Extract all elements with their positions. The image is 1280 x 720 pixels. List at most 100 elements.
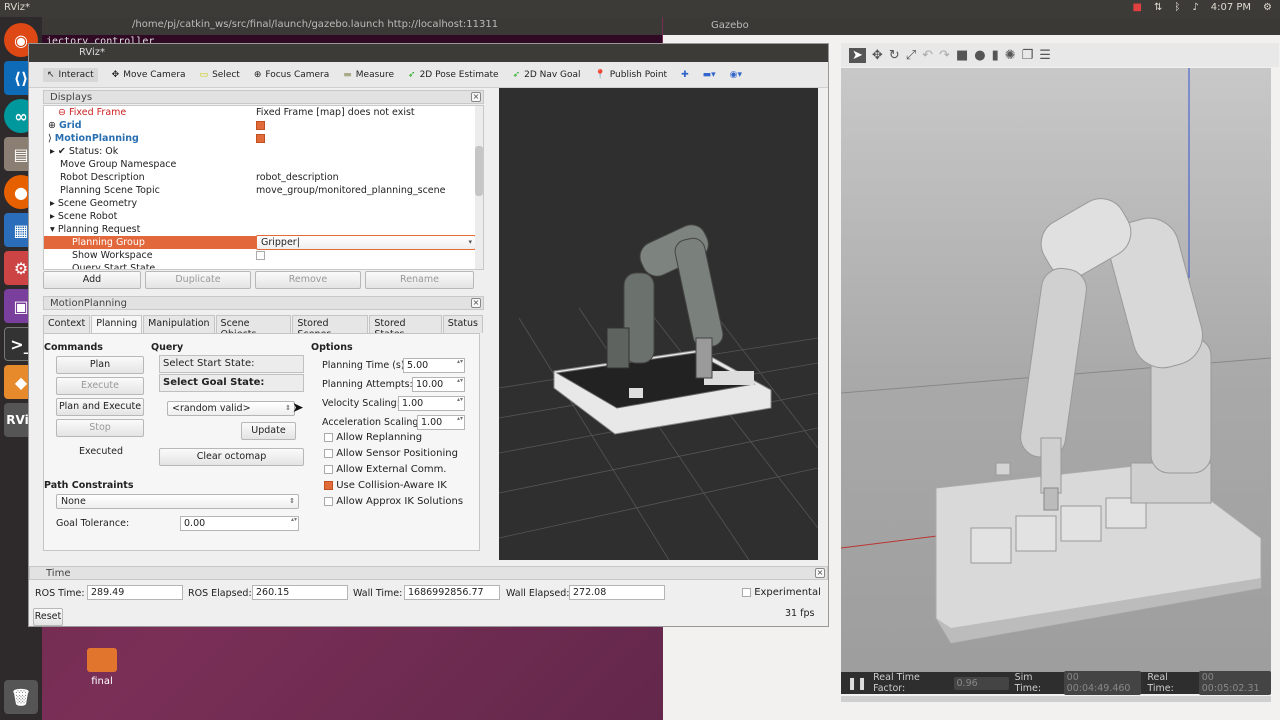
checkbox[interactable] [256, 121, 265, 130]
tab-context[interactable]: Context [43, 315, 91, 333]
desktop-folder[interactable]: final [82, 648, 122, 687]
row-checkbox[interactable] [256, 132, 265, 145]
tree-row[interactable]: Planning Scene Topic move_group/monitored… [44, 184, 483, 197]
tab-stored-scenes[interactable]: Stored Scenes [292, 315, 369, 340]
row-checkbox[interactable] [256, 119, 265, 132]
collapse-icon[interactable]: ▾ [50, 224, 55, 235]
close-icon[interactable]: × [471, 298, 481, 308]
copy-icon[interactable]: ❐ [1022, 48, 1034, 63]
planning-attempts-spinbox[interactable]: 10.00 [412, 377, 465, 392]
pause-icon[interactable]: ❚❚ [847, 676, 867, 690]
plan-button[interactable]: Plan [56, 356, 144, 374]
tree-row[interactable]: ▸ Scene Robot [44, 210, 483, 223]
rename-button[interactable]: Rename [365, 271, 474, 289]
power-icon[interactable]: ⚙ [1263, 2, 1272, 13]
checkbox[interactable] [324, 496, 333, 506]
velocity-scaling-spinbox[interactable]: 1.00 [398, 396, 465, 411]
view-icon[interactable]: ◉▾ [730, 70, 742, 80]
align-icon[interactable]: ☰ [1039, 48, 1051, 63]
path-constraints-combo[interactable]: None ⇕ [56, 494, 299, 509]
tree-scrollbar[interactable] [475, 106, 483, 269]
translate-icon[interactable]: ✥ [872, 48, 883, 63]
tab-manipulation[interactable]: Manipulation [143, 315, 215, 333]
checkbox[interactable] [324, 464, 333, 474]
tree-row[interactable]: ⟩ MotionPlanning [44, 132, 483, 145]
tree-row[interactable]: Move Group Namespace [44, 158, 483, 171]
option-allow-replanning[interactable]: Allow Replanning [324, 432, 422, 443]
gazebo-scrollbar[interactable] [841, 696, 1271, 702]
duplicate-button[interactable]: Duplicate [145, 271, 251, 289]
tool-move-camera[interactable]: ✥ Move Camera [112, 70, 186, 80]
expand-icon[interactable]: ▸ [50, 211, 55, 222]
add-button[interactable]: Add [43, 271, 141, 289]
tab-stored-states[interactable]: Stored States [369, 315, 442, 340]
checkbox[interactable] [256, 251, 265, 260]
volume-icon[interactable]: ♪ [1192, 2, 1198, 13]
record-icon[interactable]: ■ [1133, 2, 1142, 13]
tree-row-selected[interactable]: Planning Group Gripper| ▾ [44, 235, 483, 250]
rotate-icon[interactable]: ↻ [889, 48, 900, 63]
tree-row[interactable]: ⊖ Fixed Frame Fixed Frame [map] does not… [44, 106, 483, 119]
tool-interact[interactable]: ↖ Interact [43, 67, 98, 82]
close-icon[interactable]: × [815, 568, 825, 578]
rviz-3d-view[interactable] [498, 88, 819, 561]
planning-time-spinbox[interactable]: 5.00 [403, 358, 465, 373]
remove-tool-icon[interactable]: ▬▾ [703, 70, 716, 80]
checkbox[interactable] [742, 587, 751, 597]
reset-button[interactable]: Reset [33, 608, 63, 626]
tree-row[interactable]: Query Start State [44, 262, 483, 269]
ros-time-field[interactable]: 289.49 [87, 585, 183, 600]
chevron-down-icon[interactable]: ▾ [468, 236, 472, 249]
pointer-icon[interactable]: ➤ [849, 47, 866, 63]
option-collision-aware-ik[interactable]: Use Collision-Aware IK [324, 480, 447, 491]
checkbox[interactable] [324, 448, 333, 458]
chevron-down-icon[interactable]: ⇕ [289, 495, 295, 508]
close-icon[interactable]: × [471, 92, 481, 102]
clear-octomap-button[interactable]: Clear octomap [159, 448, 304, 466]
tool-measure[interactable]: ▬ Measure [343, 70, 394, 80]
tree-row[interactable]: ▸ Scene Geometry [44, 197, 483, 210]
add-tool-icon[interactable]: ✚ [681, 70, 689, 80]
acceleration-scaling-spinbox[interactable]: 1.00 [417, 415, 465, 430]
tool-publish-point[interactable]: 📍 Publish Point [595, 70, 668, 80]
goal-state-toggle[interactable]: Select Goal State: [159, 374, 304, 392]
tab-planning[interactable]: Planning [91, 315, 143, 333]
option-approx-ik[interactable]: Allow Approx IK Solutions [324, 496, 463, 507]
tool-pose-estimate[interactable]: ➶ 2D Pose Estimate [408, 70, 499, 80]
checkbox[interactable] [324, 480, 333, 490]
tree-row[interactable]: Show Workspace [44, 249, 483, 262]
option-sensor-positioning[interactable]: Allow Sensor Positioning [324, 448, 458, 459]
gazebo-3d-view[interactable] [840, 68, 1272, 690]
clock[interactable]: 4:07 PM [1211, 2, 1251, 13]
row-checkbox[interactable] [256, 249, 265, 262]
tab-scene-objects[interactable]: Scene Objects [215, 315, 292, 340]
goal-tolerance-spinbox[interactable]: 0.00 [180, 516, 299, 531]
undo-icon[interactable]: ↶ [922, 48, 933, 63]
scale-icon[interactable]: ⤢ [906, 48, 916, 63]
network-icon[interactable]: ⇅ [1154, 2, 1162, 13]
redo-icon[interactable]: ↷ [939, 48, 950, 63]
ros-elapsed-field[interactable]: 260.15 [252, 585, 348, 600]
experimental-toggle[interactable]: Experimental [742, 587, 821, 598]
box-icon[interactable]: ■ [956, 48, 968, 63]
wall-time-field[interactable]: 1686992856.77 [404, 585, 500, 600]
displays-tree[interactable]: ⊖ Fixed Frame Fixed Frame [map] does not… [43, 105, 484, 270]
sphere-icon[interactable]: ● [974, 48, 985, 63]
execute-button[interactable]: Execute [56, 377, 144, 395]
tool-nav-goal[interactable]: ➶ 2D Nav Goal [513, 70, 581, 80]
tree-row[interactable]: ⊕ Grid [44, 119, 483, 132]
expand-icon[interactable]: ▸ [50, 198, 55, 209]
tree-row[interactable]: Robot Description robot_description [44, 171, 483, 184]
bluetooth-icon[interactable]: ᛒ [1174, 2, 1180, 13]
planning-group-combo[interactable]: Gripper| ▾ [256, 235, 476, 250]
tool-select[interactable]: ▭ Select [200, 70, 240, 80]
checkbox[interactable] [324, 432, 333, 442]
tab-status[interactable]: Status [442, 315, 483, 333]
stop-button[interactable]: Stop [56, 419, 144, 437]
tool-focus-camera[interactable]: ⊕ Focus Camera [254, 70, 329, 80]
start-state-toggle[interactable]: Select Start State: [159, 355, 304, 373]
remove-button[interactable]: Remove [255, 271, 361, 289]
option-external-comm[interactable]: Allow External Comm. [324, 464, 447, 475]
expand-icon[interactable]: ▸ [50, 146, 55, 157]
plan-and-execute-button[interactable]: Plan and Execute [56, 398, 144, 416]
